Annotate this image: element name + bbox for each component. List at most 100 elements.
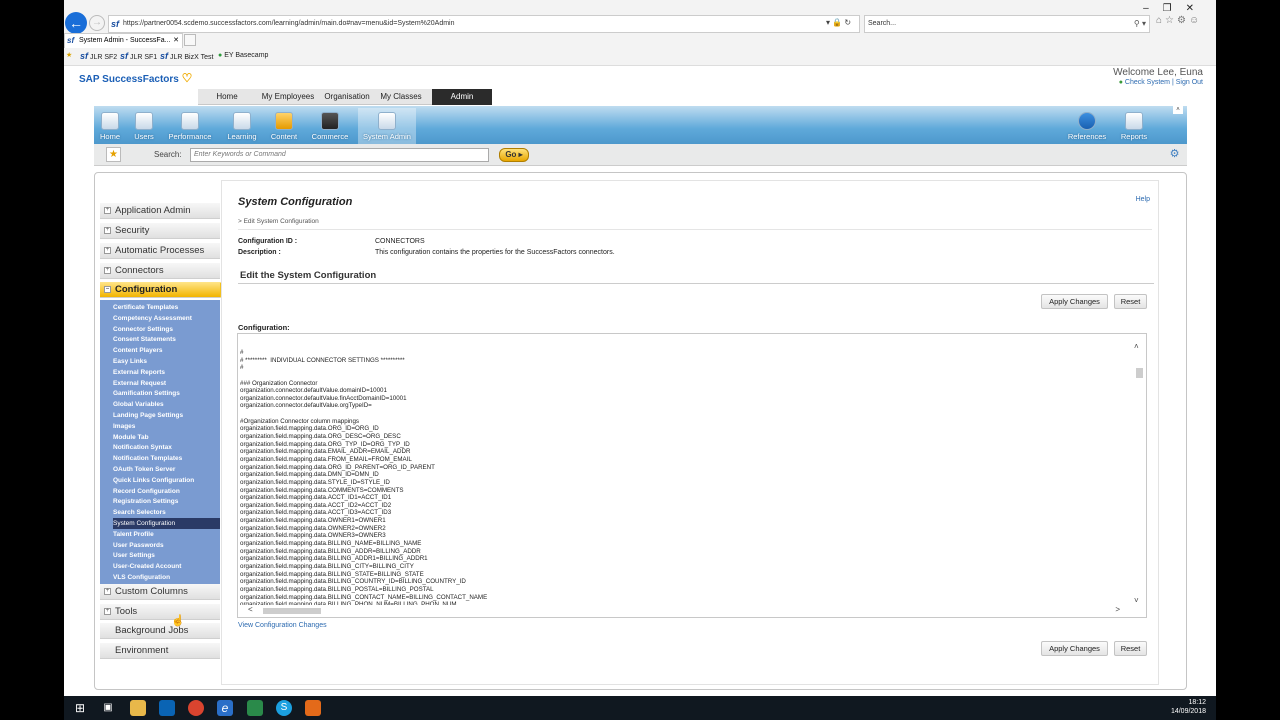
configuration-textarea[interactable]: # # ********* INDIVIDUAL CONNECTOR SETTI… bbox=[237, 333, 1147, 618]
clock-time: 18:12 bbox=[1188, 699, 1206, 706]
favorite-link[interactable]: ● EY Basecamp bbox=[218, 49, 268, 63]
reset-button[interactable]: Reset bbox=[1114, 294, 1147, 309]
browser-toolbar-icons[interactable]: ⌂☆⚙☺ bbox=[1156, 15, 1202, 26]
app-icon[interactable] bbox=[247, 700, 263, 716]
submenu-item[interactable]: External Reports bbox=[113, 367, 220, 378]
go-button[interactable]: Go ▸ bbox=[499, 148, 529, 162]
keyword-search-input[interactable]: Enter Keywords or Command bbox=[190, 148, 489, 162]
skype-icon[interactable]: S bbox=[276, 700, 292, 716]
scroll-down-icon[interactable]: ˅ bbox=[1134, 596, 1139, 605]
back-button[interactable]: ← bbox=[65, 12, 87, 34]
help-link[interactable]: Help bbox=[1136, 196, 1150, 203]
submenu-item[interactable]: Connector Settings bbox=[113, 324, 220, 335]
nav-environment[interactable]: Environment bbox=[100, 643, 220, 659]
browser-search-placeholder: Search... bbox=[868, 20, 897, 27]
search-icon[interactable]: ⚲ ▾ bbox=[1134, 16, 1146, 32]
forward-button[interactable]: → bbox=[89, 15, 105, 31]
nav-connectors[interactable]: + Connectors bbox=[100, 263, 220, 279]
submenu-item[interactable]: Module Tab bbox=[113, 432, 220, 443]
submenu-item[interactable]: VLS Configuration bbox=[113, 572, 220, 583]
favorite-link[interactable]: sf JLR BizX Test bbox=[160, 49, 213, 65]
address-bar[interactable]: sf https://partner0054.scdemo.successfac… bbox=[108, 15, 860, 33]
clock-date: 14/09/2018 bbox=[1170, 708, 1206, 715]
submenu-item[interactable]: OAuth Token Server bbox=[113, 464, 220, 475]
submenu-item[interactable]: System Configuration bbox=[113, 518, 220, 529]
submenu-item[interactable]: Landing Page Settings bbox=[113, 410, 220, 421]
topnav-admin[interactable]: Admin bbox=[432, 89, 492, 105]
submenu-item[interactable]: Global Variables bbox=[113, 399, 220, 410]
nav-automatic-processes[interactable]: + Automatic Processes bbox=[100, 243, 220, 259]
submenu-item[interactable]: Record Configuration bbox=[113, 486, 220, 497]
divider bbox=[238, 229, 1152, 230]
topnav-my-employees[interactable]: My Employees bbox=[256, 89, 320, 105]
browser-search-input[interactable]: Search... ⚲ ▾ bbox=[864, 15, 1150, 33]
check-system-link[interactable]: Check System bbox=[1125, 79, 1170, 86]
sap-successfactors-logo[interactable]: SAP SuccessFactors ♡ bbox=[79, 71, 192, 85]
submenu-item[interactable]: Search Selectors bbox=[113, 507, 220, 518]
nav-configuration[interactable]: – Configuration bbox=[100, 282, 228, 298]
topnav-organisation[interactable]: Organisation bbox=[320, 89, 374, 105]
scroll-left-icon[interactable]: ˂ bbox=[248, 605, 253, 614]
topnav-my-classes[interactable]: My Classes bbox=[374, 89, 428, 105]
view-configuration-changes-link[interactable]: View Configuration Changes bbox=[238, 622, 327, 629]
nav-tools[interactable]: + Tools bbox=[100, 604, 220, 620]
favorites-star-button[interactable]: ★ bbox=[106, 147, 121, 162]
nav-application-admin[interactable]: + Application Admin bbox=[100, 203, 220, 219]
submenu-item[interactable]: Certificate Templates bbox=[113, 302, 220, 313]
scroll-right-icon[interactable]: ˃ bbox=[1115, 605, 1120, 614]
outlook-icon[interactable] bbox=[159, 700, 175, 716]
reset-button[interactable]: Reset bbox=[1114, 641, 1147, 656]
file-explorer-icon[interactable] bbox=[130, 700, 146, 716]
internet-explorer-icon[interactable]: e bbox=[217, 700, 233, 716]
topnav-home[interactable]: Home bbox=[198, 89, 256, 105]
module-performance[interactable]: Performance bbox=[161, 108, 219, 144]
system-clock[interactable]: 18:12 14/09/2018 bbox=[1171, 698, 1206, 716]
windows-start-icon[interactable]: ⊞ bbox=[72, 700, 88, 716]
favorite-link[interactable]: sf JLR SF1 bbox=[120, 49, 157, 65]
chrome-icon[interactable] bbox=[188, 700, 204, 716]
scroll-thumb[interactable] bbox=[1136, 368, 1143, 378]
apply-changes-button[interactable]: Apply Changes bbox=[1041, 294, 1108, 309]
submenu-item[interactable]: Quick Links Configuration bbox=[113, 475, 220, 486]
submenu-item[interactable]: User Passwords bbox=[113, 540, 220, 551]
horizontal-scrollbar[interactable]: ˂ ˃ bbox=[238, 605, 1134, 617]
tab-close-icon[interactable]: ✕ bbox=[173, 34, 179, 48]
submenu-item[interactable]: User Settings bbox=[113, 550, 220, 561]
configuration-label: Configuration: bbox=[238, 323, 290, 332]
submenu-item[interactable]: Talent Profile bbox=[113, 529, 220, 540]
submenu-item[interactable]: Competency Assessment bbox=[113, 313, 220, 324]
submenu-item[interactable]: External Request bbox=[113, 378, 220, 389]
nav-background-jobs[interactable]: Background Jobs bbox=[100, 623, 220, 639]
submenu-item[interactable]: Gamification Settings bbox=[113, 388, 220, 399]
vertical-scrollbar[interactable]: ˄ ˅ bbox=[1132, 334, 1146, 617]
submenu-item[interactable]: Notification Templates bbox=[113, 453, 220, 464]
module-system-admin[interactable]: System Admin bbox=[358, 108, 416, 144]
submenu-item[interactable]: Registration Settings bbox=[113, 496, 220, 507]
submenu-item[interactable]: Notification Syntax bbox=[113, 442, 220, 453]
module-reports[interactable]: Reports bbox=[1105, 108, 1163, 144]
window-controls[interactable]: –❐✕ bbox=[1143, 3, 1208, 14]
scroll-up-icon[interactable]: ˄ bbox=[1134, 342, 1139, 351]
submenu-item[interactable]: Content Players bbox=[113, 345, 220, 356]
apply-changes-button[interactable]: Apply Changes bbox=[1041, 641, 1108, 656]
app-icon[interactable] bbox=[305, 700, 321, 716]
collapse-icon[interactable]: ˄ bbox=[1173, 106, 1183, 114]
new-tab-button[interactable] bbox=[184, 34, 196, 46]
browser-tab[interactable]: sf System Admin - SuccessFa... ✕ bbox=[64, 33, 183, 48]
submenu-item[interactable]: User-Created Account bbox=[113, 561, 220, 572]
submenu-item[interactable]: Images bbox=[113, 421, 220, 432]
module-commerce[interactable]: Commerce bbox=[301, 108, 359, 144]
favorite-link[interactable]: sf JLR SF2 bbox=[80, 49, 117, 65]
submenu-item[interactable]: Easy Links bbox=[113, 356, 220, 367]
address-bar-icons[interactable]: ▾ 🔒 ↻ bbox=[826, 15, 851, 31]
nav-security[interactable]: + Security bbox=[100, 223, 220, 239]
task-view-icon[interactable]: ▣ bbox=[100, 700, 116, 716]
sign-out-link[interactable]: Sign Out bbox=[1176, 79, 1203, 86]
gear-icon[interactable]: ⚙ bbox=[1168, 148, 1181, 161]
scroll-thumb[interactable] bbox=[263, 608, 321, 614]
nav-custom-columns[interactable]: + Custom Columns bbox=[100, 584, 220, 600]
top-navigation: Home My Employees Organisation My Classe… bbox=[198, 89, 492, 105]
submenu-item[interactable]: Consent Statements bbox=[113, 334, 220, 345]
favorites-star-icon[interactable]: ★ bbox=[66, 49, 72, 63]
users-icon bbox=[135, 112, 153, 130]
